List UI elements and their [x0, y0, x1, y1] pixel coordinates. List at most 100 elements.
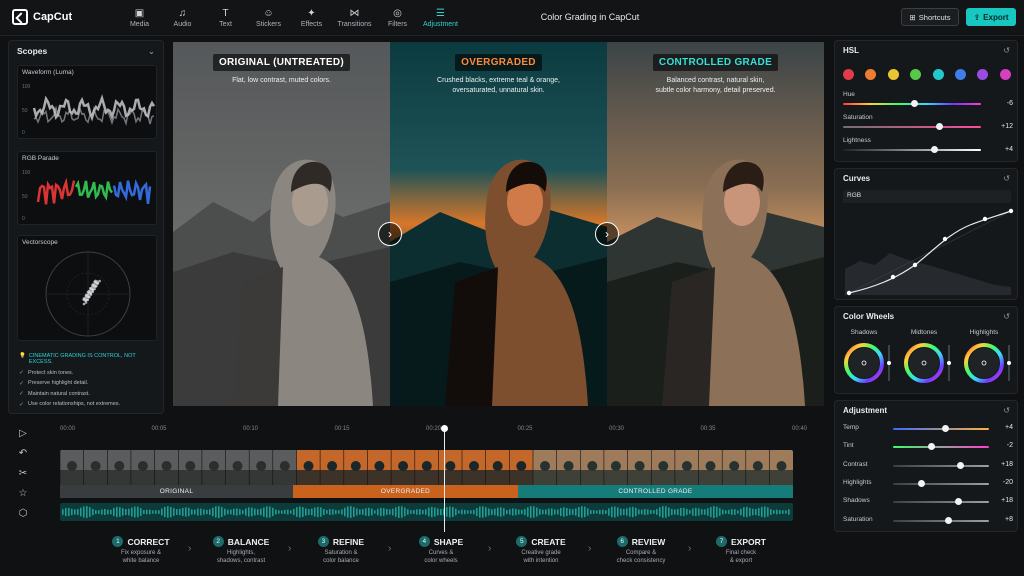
- adjust-slider-tint[interactable]: Tint -2: [843, 439, 1013, 455]
- vectorscope: Vectorscope: [17, 235, 157, 341]
- tool-transitions[interactable]: ⋈ Transitions: [333, 4, 376, 32]
- chevron-right-icon: ›: [388, 227, 392, 241]
- audio-bar: [593, 510, 595, 514]
- slider-handle[interactable]: [911, 100, 919, 107]
- hue-swatch[interactable]: [955, 69, 966, 80]
- audio-bar: [239, 509, 241, 515]
- hue-swatch[interactable]: [999, 69, 1011, 80]
- color-wheels[interactable]: [835, 307, 1019, 395]
- hsl-slider-lightness[interactable]: Lightness +4: [843, 137, 1013, 157]
- adjust-slider-saturation[interactable]: Saturation +8: [843, 513, 1013, 529]
- curve-editor[interactable]: [835, 169, 1019, 301]
- hue-swatch[interactable]: [977, 69, 989, 80]
- hue-swatch[interactable]: [910, 69, 922, 80]
- audio-bar: [86, 506, 88, 518]
- audio-bar: [311, 508, 313, 516]
- step-title: EXPORT: [731, 536, 766, 547]
- slider-handle[interactable]: [945, 516, 953, 524]
- parade-graph: [36, 177, 152, 205]
- vectorscope-dot: [98, 279, 101, 283]
- slider-track[interactable]: [893, 464, 989, 467]
- preview-viewer[interactable]: ORIGINAL (UNTREATED) Flat, low contrast,…: [173, 42, 824, 406]
- step-subtitle: Compare & check consistency: [616, 550, 666, 564]
- slider-handle[interactable]: [942, 425, 950, 432]
- step-number: 3: [317, 536, 329, 547]
- slider-track[interactable]: [843, 126, 981, 128]
- audio-bar: [698, 508, 700, 516]
- audio-track[interactable]: [60, 503, 793, 521]
- scopes-header[interactable]: Scopes ⌄: [9, 41, 163, 61]
- select-tool-icon[interactable]: ▷: [14, 428, 32, 448]
- audio-bar: [227, 509, 229, 515]
- slider-handle[interactable]: [927, 443, 935, 451]
- audio-bar: [257, 509, 259, 515]
- favorite-icon[interactable]: ☆: [14, 488, 32, 508]
- clip-frame: [374, 461, 385, 471]
- slider-handle[interactable]: [954, 498, 962, 506]
- audio-bar: [119, 507, 121, 517]
- undo-icon[interactable]: ↶: [14, 448, 32, 468]
- clip-frame: [232, 461, 243, 471]
- slider-value: +18: [1001, 497, 1013, 505]
- hsl-slider-hue[interactable]: Hue -6: [843, 91, 1013, 111]
- hsl-slider-saturation[interactable]: Saturation +12: [843, 114, 1013, 134]
- shortcuts-button[interactable]: ⊞ Shortcuts: [901, 8, 959, 26]
- video-track[interactable]: [60, 450, 793, 486]
- timeline[interactable]: 00:00 00:05 00:10 00:15 00:20 00:25 00:30 00:35…: [40, 420, 828, 532]
- slider-track[interactable]: [893, 446, 989, 449]
- slider-handle[interactable]: [918, 479, 926, 487]
- tool-audio[interactable]: ♫ Audio: [161, 4, 204, 32]
- tool-filters[interactable]: ◎ Filters: [376, 4, 419, 32]
- pane-tag: OVERGRADED: [455, 54, 542, 71]
- chevron-down-icon[interactable]: ⌄: [148, 46, 155, 57]
- slider-label: Contrast: [843, 460, 868, 468]
- slider-track[interactable]: [893, 482, 989, 485]
- reset-icon[interactable]: ↺: [1003, 406, 1010, 415]
- adjust-slider-contrast[interactable]: Contrast +18: [843, 458, 1013, 474]
- hue-swatch[interactable]: [865, 69, 877, 80]
- clip-frame: [67, 461, 77, 471]
- slider-track[interactable]: [843, 149, 981, 151]
- slider-value: -2: [1006, 442, 1013, 450]
- slider-handle[interactable]: [936, 123, 944, 130]
- audio-bar: [194, 509, 196, 515]
- slider-handle[interactable]: [956, 461, 964, 469]
- audio-bar: [677, 508, 679, 516]
- adjust-slider-highlights[interactable]: Highlights -20: [843, 476, 1013, 492]
- audio-bar: [161, 508, 163, 516]
- slider-handle[interactable]: [930, 146, 938, 153]
- audio-bar: [578, 507, 580, 517]
- tool-effects[interactable]: ✦ Effects: [290, 4, 333, 32]
- audio-bar: [152, 510, 154, 514]
- tool-adjustment[interactable]: ☰ Adjustment: [419, 4, 462, 32]
- audio-bar: [260, 508, 262, 516]
- slider-track[interactable]: [893, 501, 989, 504]
- split-scissors-icon[interactable]: ✂: [14, 468, 32, 488]
- adjust-slider-temp[interactable]: Temp +4: [843, 421, 1013, 437]
- slider-track[interactable]: [893, 519, 989, 522]
- playhead[interactable]: [441, 425, 448, 532]
- audio-bar: [203, 509, 205, 515]
- next-compare-button[interactable]: ›: [378, 222, 402, 246]
- hue-swatch[interactable]: [932, 69, 944, 80]
- step-subtitle: Fix exposure & white balance: [120, 550, 162, 564]
- mask-icon[interactable]: ⬡: [14, 508, 32, 528]
- reset-icon[interactable]: ↺: [1003, 46, 1010, 55]
- tool-text[interactable]: T Text: [204, 4, 247, 32]
- audio-bar: [281, 510, 283, 514]
- chevron-right-icon: ›: [688, 543, 692, 554]
- video-clip-thumbnails: [60, 450, 793, 486]
- hue-swatch[interactable]: [887, 69, 899, 80]
- audio-bar: [473, 509, 475, 515]
- export-button[interactable]: ⇪ Export: [966, 8, 1016, 26]
- slider-track[interactable]: [893, 428, 989, 430]
- audio-bar: [425, 509, 427, 515]
- tool-media[interactable]: ▣ Media: [118, 4, 161, 32]
- hue-swatch[interactable]: [843, 69, 854, 80]
- adjust-slider-shadows[interactable]: Shadows +18: [843, 494, 1013, 510]
- tool-stickers[interactable]: ☺ Stickers: [247, 4, 290, 32]
- audio-bar: [383, 508, 385, 516]
- tool-label: Text: [219, 20, 232, 28]
- app-logo[interactable]: CapCut: [12, 9, 72, 25]
- next-compare-button[interactable]: ›: [595, 222, 619, 246]
